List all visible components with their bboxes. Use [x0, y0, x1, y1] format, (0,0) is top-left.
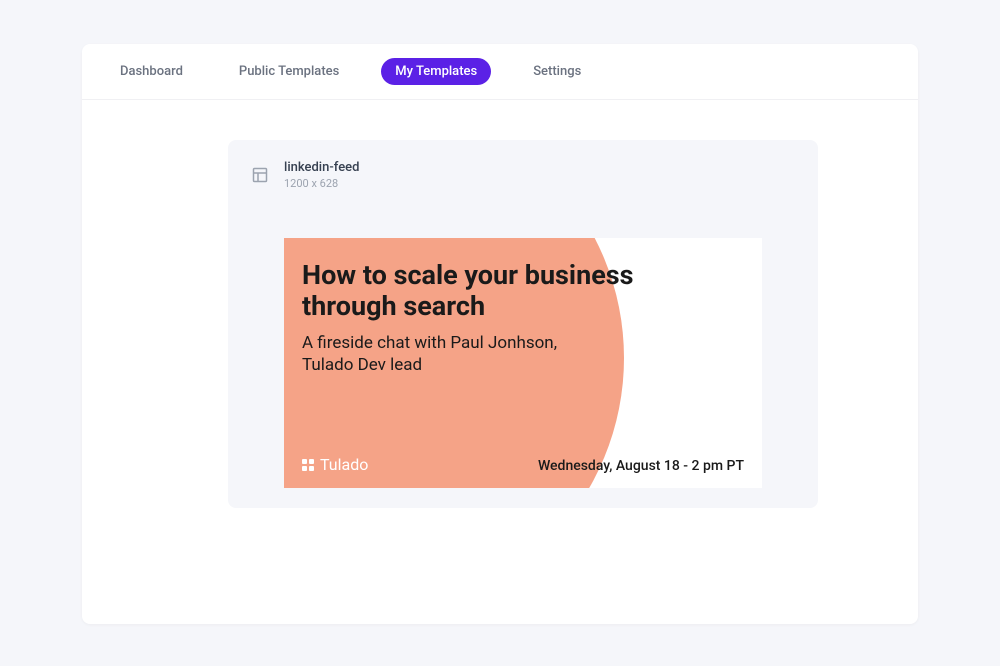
tab-settings[interactable]: Settings: [519, 58, 595, 85]
tab-dashboard[interactable]: Dashboard: [106, 58, 197, 85]
preview-subtitle: A fireside chat with Paul Jonhson, Tulad…: [302, 332, 582, 376]
preview-content: How to scale your business through searc…: [302, 260, 744, 474]
preview-image[interactable]: How to scale your business through searc…: [284, 238, 762, 488]
preview-container: How to scale your business through searc…: [248, 238, 798, 488]
tab-public-templates[interactable]: Public Templates: [225, 58, 353, 85]
nav-tabs: Dashboard Public Templates My Templates …: [82, 44, 918, 100]
template-info: linkedin-feed 1200 x 628: [284, 160, 359, 190]
template-header: linkedin-feed 1200 x 628: [248, 160, 798, 190]
template-dimensions: 1200 x 628: [284, 177, 359, 190]
template-icon: [248, 163, 272, 187]
content-area: linkedin-feed 1200 x 628 How to scale yo…: [82, 100, 918, 508]
tab-my-templates[interactable]: My Templates: [381, 58, 491, 85]
preview-footer: Tulado Wednesday, August 18 - 2 pm PT: [302, 455, 744, 474]
brand-logo-icon: [302, 459, 314, 471]
preview-title: How to scale your business through searc…: [302, 260, 682, 322]
template-card[interactable]: linkedin-feed 1200 x 628 How to scale yo…: [228, 140, 818, 508]
brand-mark: Tulado: [302, 455, 368, 474]
preview-date: Wednesday, August 18 - 2 pm PT: [538, 458, 744, 474]
template-name: linkedin-feed: [284, 160, 359, 175]
main-card: Dashboard Public Templates My Templates …: [82, 44, 918, 624]
brand-name: Tulado: [320, 455, 368, 474]
